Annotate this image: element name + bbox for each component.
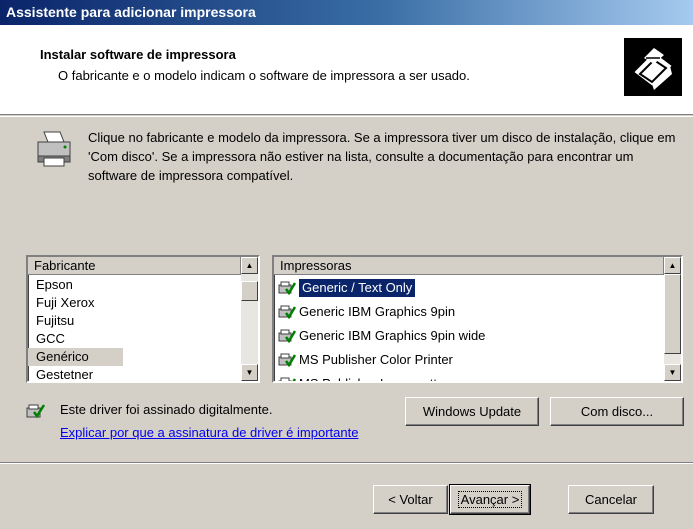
printer-list[interactable]: Impressoras Generic / Text Only Generic … <box>272 255 683 383</box>
manufacturer-list-header: Fabricante <box>28 257 241 275</box>
cancel-button[interactable]: Cancelar <box>568 485 654 514</box>
list-item[interactable]: Generic IBM Graphics 9pin <box>274 300 485 324</box>
list-item[interactable]: MS Publisher Imagesetter <box>274 372 485 381</box>
printer-list-header: Impressoras <box>274 257 664 275</box>
scroll-thumb[interactable] <box>664 274 681 354</box>
printer-items: Generic / Text Only Generic IBM Graphics… <box>274 276 485 381</box>
signed-printer-icon <box>278 305 296 320</box>
list-item-selected[interactable]: Genérico <box>28 348 123 366</box>
list-item[interactable]: GCC <box>28 330 123 348</box>
windows-update-button[interactable]: Windows Update <box>405 397 539 426</box>
title-bar: Assistente para adicionar impressora <box>0 0 693 25</box>
list-item[interactable]: Generic IBM Graphics 9pin wide <box>274 324 485 348</box>
manufacturer-items: Epson Fuji Xerox Fujitsu GCC Genérico Ge… <box>28 276 123 381</box>
signature-status-text: Este driver foi assinado digitalmente. <box>60 402 273 417</box>
signed-printer-icon <box>278 329 296 344</box>
list-item[interactable]: Gestetner <box>28 366 123 381</box>
scroll-up-button[interactable]: ▲ <box>241 257 258 274</box>
scroll-down-button[interactable]: ▼ <box>664 364 681 381</box>
list-item[interactable]: MS Publisher Color Printer <box>274 348 485 372</box>
signed-printer-icon <box>278 353 296 368</box>
printer-scrollbar[interactable]: ▲ ▼ <box>664 257 681 381</box>
signed-driver-icon <box>26 404 46 419</box>
have-disk-button[interactable]: Com disco... <box>550 397 684 426</box>
header-subtitle: O fabricante e o modelo indicam o softwa… <box>58 68 470 83</box>
scroll-up-button[interactable]: ▲ <box>664 257 681 274</box>
header-title: Instalar software de impressora <box>40 47 236 62</box>
window-title: Assistente para adicionar impressora <box>6 4 256 20</box>
printer-icon <box>37 131 71 167</box>
next-button[interactable]: Avançar > <box>449 484 531 515</box>
signed-printer-icon <box>278 377 296 381</box>
header-separator <box>0 116 693 117</box>
list-item[interactable]: Epson <box>28 276 123 294</box>
scroll-thumb[interactable] <box>241 281 258 301</box>
signed-printer-icon <box>278 281 296 296</box>
list-item[interactable]: Fujitsu <box>28 312 123 330</box>
printer-wizard-icon <box>624 38 682 96</box>
instructions-text: Clique no fabricante e modelo da impress… <box>88 130 676 183</box>
list-item[interactable]: Fuji Xerox <box>28 294 123 312</box>
signature-info-link[interactable]: Explicar por que a assinatura de driver … <box>60 425 358 440</box>
list-item-selected[interactable]: Generic / Text Only <box>274 276 485 300</box>
scroll-down-button[interactable]: ▼ <box>241 364 258 381</box>
manufacturer-list[interactable]: Fabricante Epson Fuji Xerox Fujitsu GCC … <box>26 255 260 383</box>
wizard-header: Instalar software de impressora O fabric… <box>0 25 693 115</box>
manufacturer-scrollbar[interactable]: ▲ ▼ <box>241 257 258 381</box>
back-button[interactable]: < Voltar <box>373 485 448 514</box>
footer-separator <box>0 462 693 464</box>
